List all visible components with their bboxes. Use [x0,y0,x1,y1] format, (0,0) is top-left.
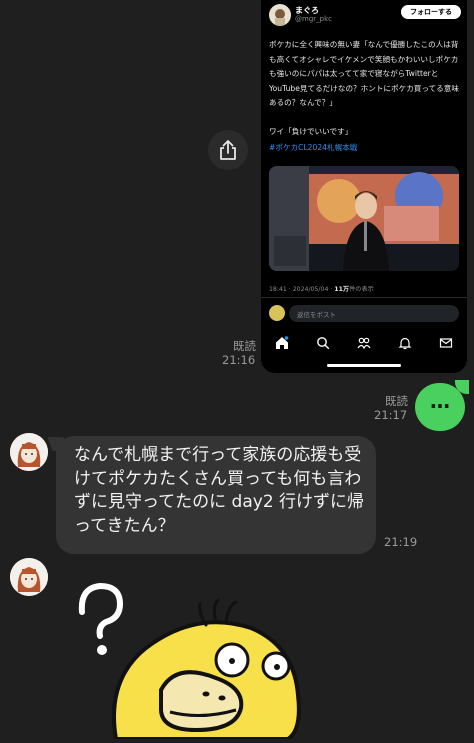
post-photo [269,166,459,271]
post-meta: 18:41 · 2024/05/04 · 11万件の表示 [269,284,374,293]
post-views-suffix: 件の表示 [349,286,374,293]
home-indicator [327,364,401,367]
sent-message-bubble[interactable]: … [415,383,465,431]
home-icon[interactable] [275,336,289,350]
post-body: ポケカに全く興味の無い妻「なんで優勝したこの人は背も高くてオシャレでイケメンで笑… [269,40,459,136]
read-receipt: 既読 [233,339,256,353]
post-hashtag[interactable]: #ポケカCL2024札幌本戦 [269,142,357,153]
reply-avatar [269,305,285,321]
share-button[interactable] [208,130,248,170]
message-time: 21:19 [384,535,418,549]
communities-icon[interactable] [357,336,371,350]
post-views: 11万 [334,286,350,293]
sent-message-text: … [430,389,450,413]
share-icon [220,140,236,160]
x-tab-bar [261,330,467,356]
friend-avatar[interactable] [10,558,48,596]
post-timestamp: 18:41 · 2024/05/04 · [269,286,335,293]
message-time: 21:17 [374,408,408,422]
shared-post-image[interactable]: まぐろ @mgr_pkc フォローする ポケカに全く興味の無い妻「なんで優勝した… [261,0,467,373]
post-author-handle: @mgr_pkc [295,15,332,23]
message-time: 21:16 [222,353,256,367]
read-receipt: 既読 [385,394,408,408]
follow-button[interactable]: フォローする [401,5,461,19]
reply-input[interactable]: 返信をポスト [289,305,459,322]
received-message-text: なんで札幌まで行って家族の応援も受けてポケカたくさん買っても何も言わずに見守って… [74,445,365,536]
mail-icon[interactable] [439,336,453,350]
bell-icon[interactable] [398,336,412,350]
search-icon[interactable] [316,336,330,350]
friend-avatar[interactable] [10,433,48,471]
post-author-avatar [269,4,291,26]
divider [261,297,467,298]
duck-sticker[interactable] [66,570,306,741]
